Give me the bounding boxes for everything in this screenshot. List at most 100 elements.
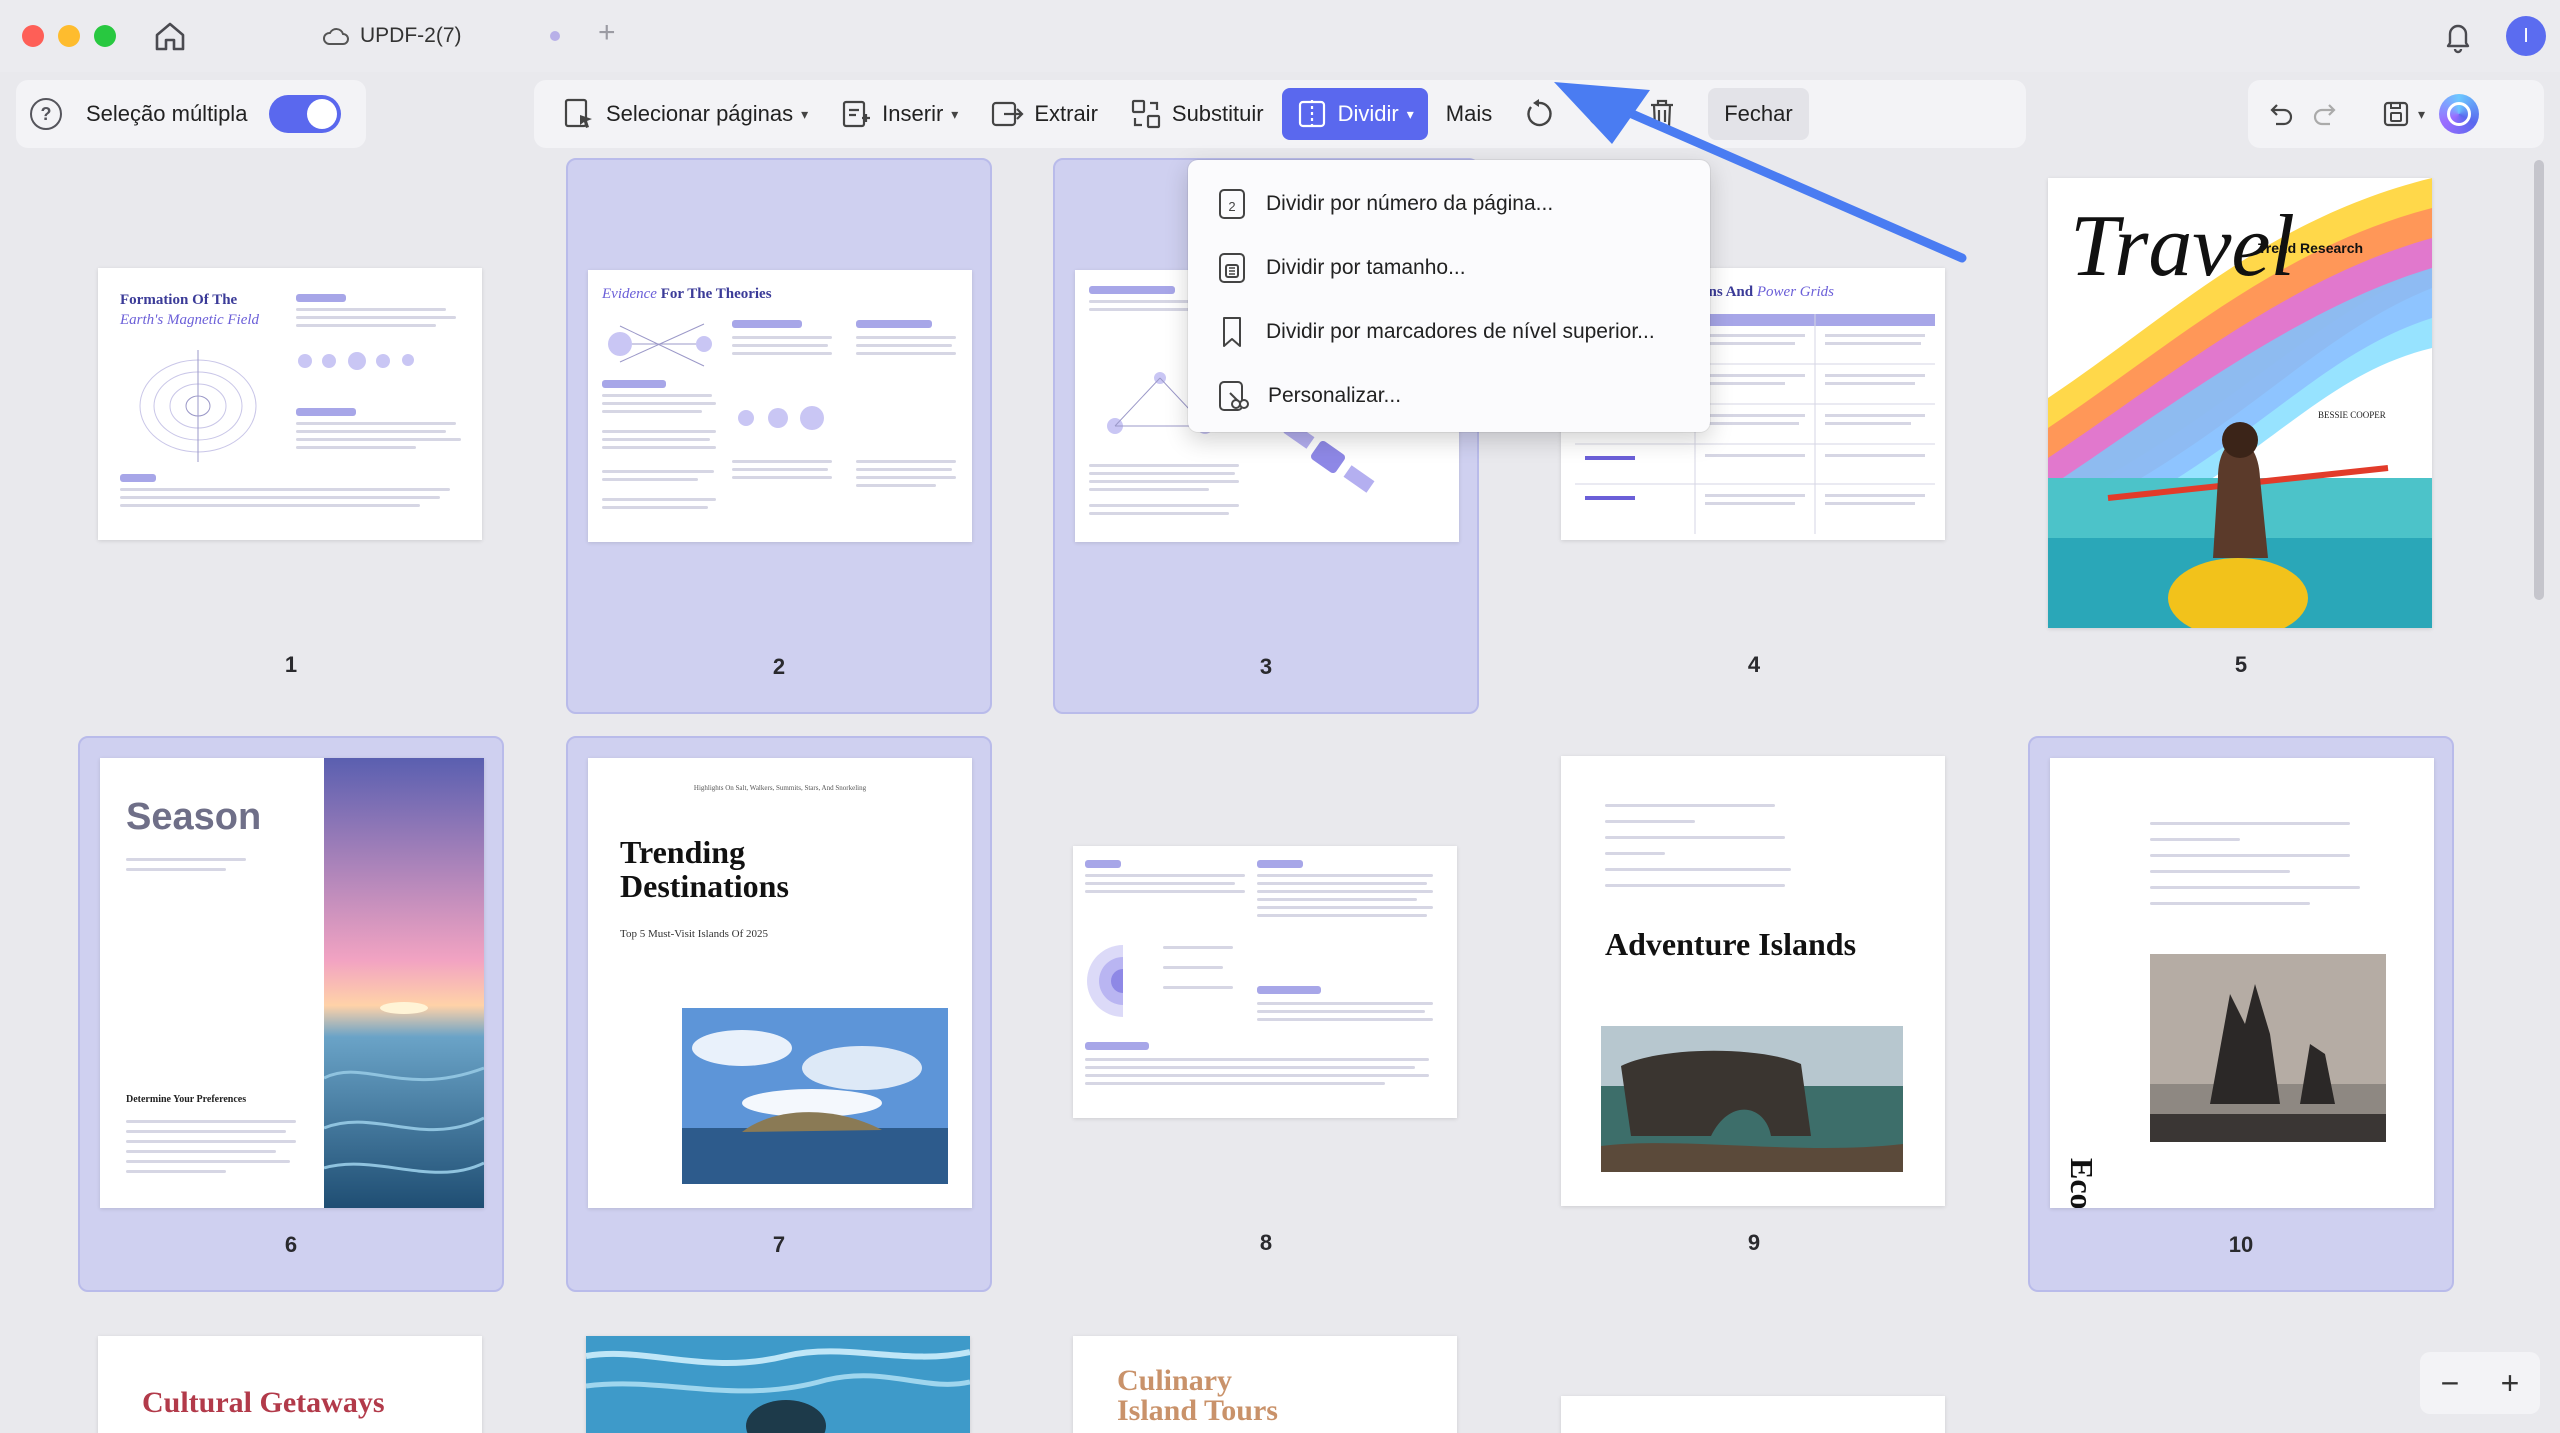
avatar[interactable]: I <box>2506 16 2546 56</box>
page-thumbnail[interactable]: Eco-Friendly Retreats <box>2050 758 2434 1208</box>
page-thumbnail[interactable]: Season Determine Your Preferences <box>100 758 484 1208</box>
page-thumbnail[interactable]: Formation Of The Earth's Magnetic Field <box>98 268 482 540</box>
insert-button[interactable]: Inserir ▾ <box>826 88 972 140</box>
text-line <box>1257 882 1427 885</box>
page-subtitle: Determine Your Preferences <box>126 1094 247 1105</box>
page-number: 10 <box>2228 1232 2254 1257</box>
page-cell-10[interactable]: Eco-Friendly Retreats 10 <box>2028 736 2454 1292</box>
multi-select-label: Seleção múltipla <box>86 101 248 126</box>
text-line <box>126 868 226 871</box>
text-line <box>602 394 712 397</box>
text-line <box>1605 804 1775 807</box>
split-custom-item[interactable]: Personalizar... <box>1188 364 1710 428</box>
ai-assistant-icon[interactable] <box>2439 94 2480 134</box>
page-number: 1 <box>284 652 298 677</box>
page-thumbnail[interactable]: Highlights On Salt, Walkers, Summits, St… <box>588 758 972 1208</box>
undo-icon[interactable] <box>2264 98 2296 130</box>
page-title: Adventure Islands <box>1605 926 1857 962</box>
text-line <box>602 478 698 481</box>
page-thumbnail[interactable]: Adventure Islands <box>1561 756 1945 1206</box>
cover-kicker: Trend Research <box>2258 240 2364 256</box>
page-thumbnail[interactable] <box>1561 1396 1945 1433</box>
document-tab[interactable]: UPDF-2(7) <box>322 20 462 52</box>
multi-select-toggle[interactable] <box>269 95 342 133</box>
text-line <box>2150 902 2310 905</box>
page-number: 7 <box>772 1232 786 1257</box>
page-thumbnail[interactable]: Evidence For The Theories <box>588 270 972 542</box>
history-group: ▾ <box>2248 80 2544 148</box>
split-by-page-number-label: Dividir por número da página... <box>1266 192 1554 215</box>
select-pages-button[interactable]: Selecionar páginas ▾ <box>548 88 822 140</box>
insert-icon <box>843 100 871 128</box>
extract-button[interactable]: Extrair <box>976 88 1112 140</box>
text-line <box>856 460 956 463</box>
page-title: Culinary Island Tours <box>1117 1364 1278 1427</box>
vertical-scrollbar[interactable] <box>2534 160 2544 600</box>
theory-diagram <box>608 323 712 367</box>
page-cell-6[interactable]: Season Determine Your Preferences 6 <box>78 736 504 1292</box>
text-line <box>2150 854 2350 857</box>
text-line <box>296 422 456 425</box>
page-number: 5 <box>2234 652 2248 677</box>
diagram-dot <box>322 354 336 368</box>
bell-icon[interactable] <box>2440 18 2476 54</box>
help-icon[interactable]: ? <box>30 98 62 130</box>
minimize-window-button[interactable] <box>58 25 80 47</box>
zoom-out-button[interactable]: − <box>2441 1365 2460 1402</box>
save-icon[interactable] <box>2380 98 2412 130</box>
text-line <box>1163 946 1233 949</box>
more-button[interactable]: Mais <box>1432 88 1506 140</box>
text-line <box>1605 836 1785 839</box>
page-cell-5[interactable]: Travel Trend Research BESSIE COOPER 5 <box>2028 158 2454 714</box>
replace-button[interactable]: Substituir <box>1116 88 1278 140</box>
text-line <box>296 316 456 319</box>
sunset-sea-image <box>324 758 484 1208</box>
split-by-bookmarks-item[interactable]: Dividir por marcadores de nível superior… <box>1188 300 1710 364</box>
text-line <box>296 324 436 327</box>
page-cell-1[interactable]: Formation Of The Earth's Magnetic Field <box>78 158 504 714</box>
page-title: Season <box>126 796 262 838</box>
text-line <box>120 504 420 507</box>
text-line <box>296 438 461 441</box>
home-icon[interactable] <box>152 18 188 54</box>
redo-icon[interactable] <box>2310 98 2342 130</box>
page-thumbnail[interactable]: Cultural Getaways <box>98 1336 482 1433</box>
text-line <box>1257 890 1433 893</box>
text-line <box>732 476 832 479</box>
text-line <box>602 430 716 433</box>
text-line <box>296 308 446 311</box>
text-line <box>126 1170 226 1173</box>
page-number: 6 <box>284 1232 298 1257</box>
zoom-in-button[interactable]: + <box>2501 1365 2520 1402</box>
zoom-window-button[interactable] <box>94 25 116 47</box>
split-button[interactable]: Dividir ▾ <box>1281 88 1428 140</box>
replace-icon <box>1131 99 1160 129</box>
chevron-down-icon[interactable]: ▾ <box>2418 106 2425 123</box>
page-title: Formation Of The <box>120 292 238 308</box>
text-line <box>120 496 440 499</box>
page-cell-7[interactable]: Highlights On Salt, Walkers, Summits, St… <box>566 736 992 1292</box>
page-cell-8[interactable]: 8 <box>1053 736 1479 1292</box>
replace-label: Substituir <box>1171 101 1264 126</box>
text-line <box>120 488 450 491</box>
page-thumbnail[interactable]: Culinary Island Tours <box>1073 1336 1457 1433</box>
text-line <box>126 1140 296 1143</box>
text-line <box>1163 986 1233 989</box>
diagram-dot <box>768 408 788 428</box>
page-number: 2 <box>772 654 786 679</box>
page-title: Evidence For The Theories <box>602 286 772 302</box>
page-thumbnail[interactable]: Travel Trend Research BESSIE COOPER <box>2048 178 2432 628</box>
svg-text:2: 2 <box>1228 199 1235 214</box>
page-thumbnail[interactable] <box>1073 846 1457 1118</box>
page-thumbnail[interactable] <box>586 1336 970 1433</box>
text-line <box>856 344 952 347</box>
close-window-button[interactable] <box>22 25 44 47</box>
text-line <box>126 1150 276 1153</box>
new-tab-button[interactable]: + <box>598 16 616 50</box>
page-cell-2[interactable]: Evidence For The Theories 2 <box>566 158 992 714</box>
page-title: Cultural Getaways <box>142 1386 385 1419</box>
diagram-dot <box>800 406 824 430</box>
page-cell-9[interactable]: Adventure Islands 9 <box>1541 736 1967 1292</box>
page-number: 4 <box>1747 652 1761 677</box>
text-line <box>856 484 936 487</box>
